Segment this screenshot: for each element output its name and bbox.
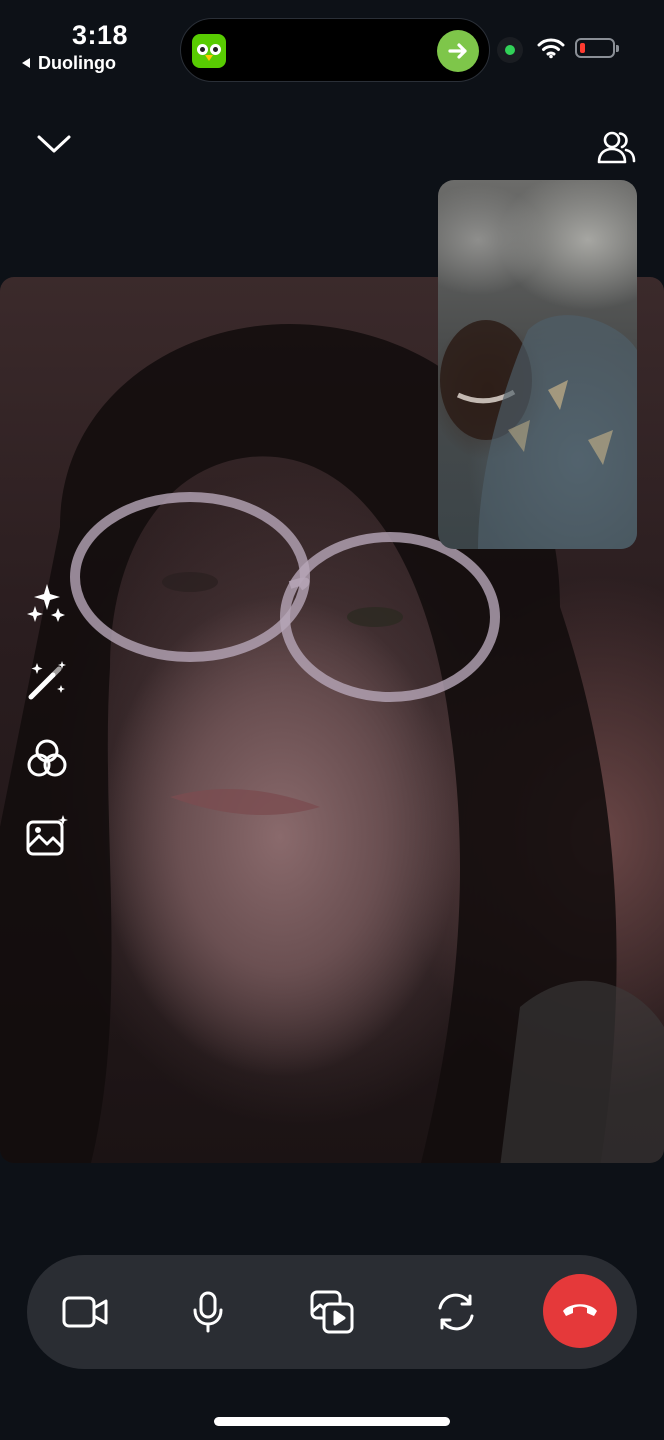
back-triangle-icon [20, 53, 32, 74]
self-video-preview[interactable] [438, 180, 637, 549]
microphone-icon[interactable] [178, 1282, 238, 1342]
status-time: 3:18 [72, 20, 129, 50]
arrow-right-icon[interactable] [437, 30, 479, 72]
back-to-app-link[interactable]: Duolingo [20, 53, 116, 74]
flip-camera-icon[interactable] [426, 1282, 486, 1342]
chevron-down-icon[interactable] [36, 132, 72, 161]
battery-level [580, 43, 585, 53]
end-call-button[interactable] [543, 1274, 617, 1348]
battery-icon [575, 38, 619, 58]
home-indicator[interactable] [214, 1417, 450, 1426]
video-camera-icon[interactable] [55, 1282, 115, 1342]
sparkles-icon[interactable] [24, 581, 70, 627]
duolingo-owl-icon [192, 34, 226, 68]
magic-wand-icon[interactable] [24, 658, 70, 704]
media-share-icon[interactable] [302, 1282, 362, 1342]
background-image-icon[interactable] [24, 813, 70, 859]
filters-icon[interactable] [24, 736, 70, 782]
participants-icon[interactable] [596, 128, 638, 171]
wifi-icon [537, 37, 565, 64]
back-app-label: Duolingo [38, 53, 116, 73]
end-call-icon [560, 1299, 600, 1324]
camera-indicator [497, 37, 523, 63]
